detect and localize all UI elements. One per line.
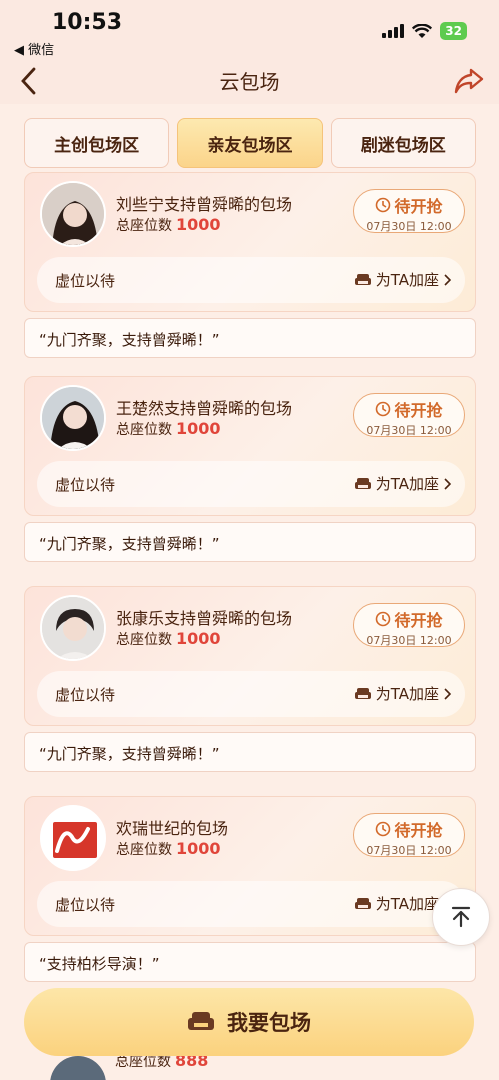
booking-block: 王楚然支持曾舜晞的包场 总座位数 1000 待开抢 07月30日 12:00 虚位… <box>24 376 476 562</box>
sofa-icon <box>354 897 371 909</box>
status-badge: 待开抢 07月30日 12:00 <box>353 813 465 857</box>
status-date: 07月30日 12:00 <box>366 220 452 233</box>
card-title: 张康乐支持曾舜晞的包场 <box>116 609 293 628</box>
seat-count: 总座位数 1000 <box>116 419 221 438</box>
book-venue-button[interactable]: 我要包场 <box>24 988 474 1056</box>
tab-friends[interactable]: 亲友包场区 <box>177 118 323 168</box>
avatar <box>40 385 106 451</box>
seat-row-bar: 虚位以待 为TA加座 <box>37 671 465 717</box>
booking-card[interactable]: 王楚然支持曾舜晞的包场 总座位数 1000 待开抢 07月30日 12:00 虚位… <box>24 376 476 516</box>
avatar <box>40 595 106 661</box>
next-card-peek: 总座位数 888 <box>24 1056 476 1080</box>
slogan: “支持柏杉导演！” <box>24 942 476 982</box>
booking-list: 刘些宁支持曾舜晞的包场 总座位数 1000 待开抢 07月30日 12:00 虚位… <box>24 172 476 992</box>
card-title: 刘些宁支持曾舜晞的包场 <box>116 195 293 214</box>
avatar <box>40 181 106 247</box>
seat-number: 1000 <box>176 629 221 648</box>
chevron-right-icon <box>444 273 451 286</box>
system-icons: 32 <box>382 22 467 40</box>
seat-row-bar: 虚位以待 为TA加座 <box>37 257 465 303</box>
seat-number: 1000 <box>176 839 221 858</box>
status-badge: 待开抢 07月30日 12:00 <box>353 393 465 437</box>
sofa-icon <box>354 477 371 489</box>
sofa-icon <box>188 1012 214 1030</box>
slogan: “九门齐聚，支持曾舜晞！” <box>24 318 476 358</box>
seat-count: 总座位数 888 <box>115 1056 208 1071</box>
clock-icon <box>376 197 391 213</box>
slogan: “九门齐聚，支持曾舜晞！” <box>24 732 476 772</box>
back-to-wechat[interactable]: ◀ 微信 <box>14 39 54 58</box>
add-seat-link[interactable]: 为TA加座 <box>354 473 451 494</box>
status-date: 07月30日 12:00 <box>366 634 452 647</box>
scroll-top-icon <box>451 906 471 928</box>
status-time: 10:53 <box>52 10 123 35</box>
avatar <box>50 1056 106 1080</box>
seat-row-bar: 虚位以待 为TA加座 <box>37 881 465 927</box>
tab-bar: 主创包场区 亲友包场区 剧迷包场区 <box>24 118 476 168</box>
waiting-label: 虚位以待 <box>55 686 116 704</box>
status-text: 待开抢 <box>394 821 443 840</box>
scroll-top-button[interactable] <box>432 888 490 946</box>
booking-card[interactable]: 欢瑞世纪的包场 总座位数 1000 待开抢 07月30日 12:00 虚位以待 为… <box>24 796 476 936</box>
tab-creators[interactable]: 主创包场区 <box>24 118 170 168</box>
add-seat-link[interactable]: 为TA加座 <box>354 269 451 290</box>
status-text: 待开抢 <box>394 611 443 630</box>
seat-row-bar: 虚位以待 为TA加座 <box>37 461 465 507</box>
waiting-label: 虚位以待 <box>55 272 116 290</box>
tab-fans[interactable]: 剧迷包场区 <box>330 118 476 168</box>
add-seat-link[interactable]: 为TA加座 <box>354 683 451 704</box>
battery-indicator: 32 <box>440 22 467 40</box>
clock-icon <box>376 611 391 627</box>
sofa-icon <box>354 687 371 699</box>
clock-icon <box>376 821 391 837</box>
booking-card[interactable]: 张康乐支持曾舜晞的包场 总座位数 1000 待开抢 07月30日 12:00 虚位… <box>24 586 476 726</box>
book-venue-label: 我要包场 <box>227 1011 311 1035</box>
seat-count: 总座位数 1000 <box>116 215 221 234</box>
status-date: 07月30日 12:00 <box>366 844 452 857</box>
booking-block: 欢瑞世纪的包场 总座位数 1000 待开抢 07月30日 12:00 虚位以待 为… <box>24 796 476 982</box>
seat-number: 1000 <box>176 419 221 438</box>
share-icon[interactable] <box>453 64 485 100</box>
sofa-icon <box>354 273 371 285</box>
company-logo <box>40 805 106 871</box>
chevron-right-icon <box>444 687 451 700</box>
seat-count: 总座位数 1000 <box>116 629 221 648</box>
status-badge: 待开抢 07月30日 12:00 <box>353 603 465 647</box>
seat-number: 888 <box>175 1056 209 1070</box>
card-title: 王楚然支持曾舜晞的包场 <box>116 399 293 418</box>
booking-block: 刘些宁支持曾舜晞的包场 总座位数 1000 待开抢 07月30日 12:00 虚位… <box>24 172 476 358</box>
clock-icon <box>376 401 391 417</box>
waiting-label: 虚位以待 <box>55 476 116 494</box>
nav-bar: 云包场 <box>0 58 499 104</box>
page-title: 云包场 <box>219 70 280 94</box>
status-text: 待开抢 <box>394 197 443 216</box>
slogan: “九门齐聚，支持曾舜晞！” <box>24 522 476 562</box>
status-badge: 待开抢 07月30日 12:00 <box>353 189 465 233</box>
seat-count: 总座位数 1000 <box>116 839 221 858</box>
seat-number: 1000 <box>176 215 221 234</box>
signal-icon <box>382 24 405 38</box>
booking-card[interactable]: 刘些宁支持曾舜晞的包场 总座位数 1000 待开抢 07月30日 12:00 虚位… <box>24 172 476 312</box>
card-title: 欢瑞世纪的包场 <box>116 819 229 838</box>
wifi-icon <box>412 23 433 38</box>
status-date: 07月30日 12:00 <box>366 424 452 437</box>
chevron-right-icon <box>444 477 451 490</box>
status-bar: 10:53 ◀ 微信 32 <box>0 0 499 58</box>
booking-block: 张康乐支持曾舜晞的包场 总座位数 1000 待开抢 07月30日 12:00 虚位… <box>24 586 476 772</box>
waiting-label: 虚位以待 <box>55 896 116 914</box>
status-text: 待开抢 <box>394 401 443 420</box>
